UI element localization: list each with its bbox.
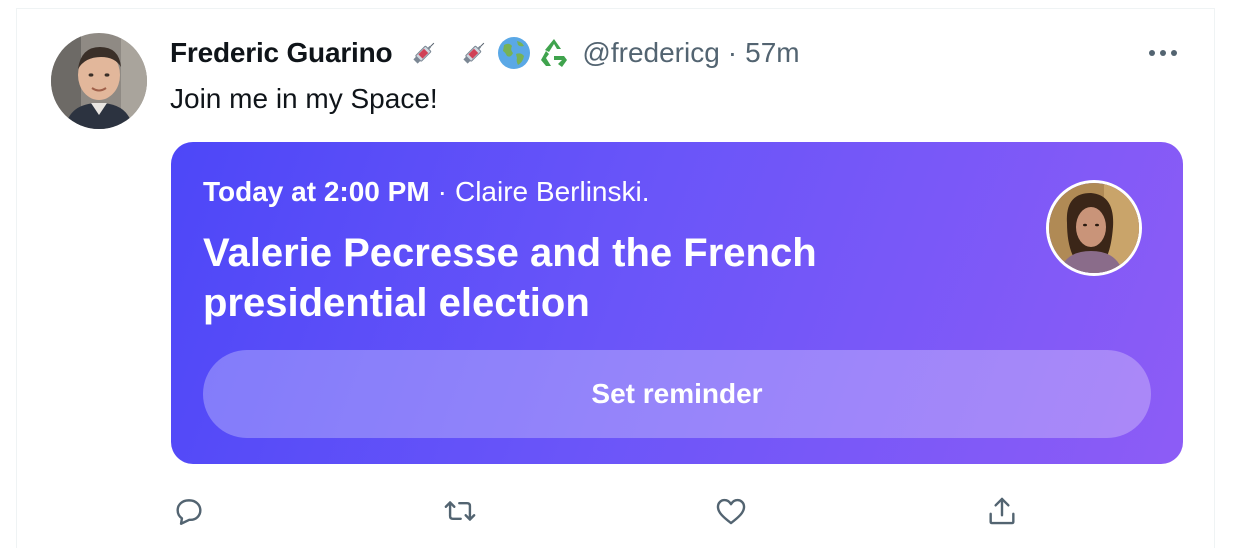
tweet-header: Frederic Guarino @fredericg · 57m (170, 33, 800, 73)
syringe-emoji (456, 35, 492, 71)
space-meta-separator: · (437, 176, 447, 207)
globe-emoji (496, 35, 532, 71)
retweet-button[interactable] (440, 491, 480, 531)
reply-button[interactable] (169, 491, 209, 531)
more-options-button[interactable] (1141, 35, 1185, 71)
space-card[interactable]: Today at 2:00 PM · Claire Berlinski. Valer… (171, 142, 1183, 464)
like-button[interactable] (711, 491, 751, 531)
more-icon (1149, 50, 1177, 56)
space-title: Valerie Pecresse and the French presiden… (203, 231, 817, 325)
space-host-avatar[interactable] (1046, 180, 1142, 276)
share-button[interactable] (982, 491, 1022, 531)
tweet-actions (17, 491, 1214, 531)
recycle-emoji (536, 35, 572, 71)
retweet-icon (444, 501, 476, 521)
tweet-timestamp[interactable]: 57m (745, 37, 799, 69)
author-display-name[interactable]: Frederic Guarino (170, 37, 393, 69)
space-scheduled-time: Today at 2:00 PM (203, 176, 430, 207)
tweet-card[interactable]: Frederic Guarino @fredericg · 57m Join m… (16, 8, 1215, 548)
author-handle[interactable]: @fredericg (582, 37, 719, 69)
reply-icon (176, 499, 202, 525)
share-icon (989, 497, 1015, 525)
syringe-emoji (406, 35, 442, 71)
author-avatar[interactable] (51, 33, 147, 129)
space-meta: Today at 2:00 PM · Claire Berlinski. (203, 176, 649, 208)
meta-separator: · (727, 37, 738, 68)
space-host-name: Claire Berlinski. (454, 176, 650, 207)
set-reminder-button[interactable]: Set reminder (203, 350, 1151, 438)
heart-icon (716, 498, 746, 525)
tweet-text: Join me in my Space! (170, 83, 438, 114)
